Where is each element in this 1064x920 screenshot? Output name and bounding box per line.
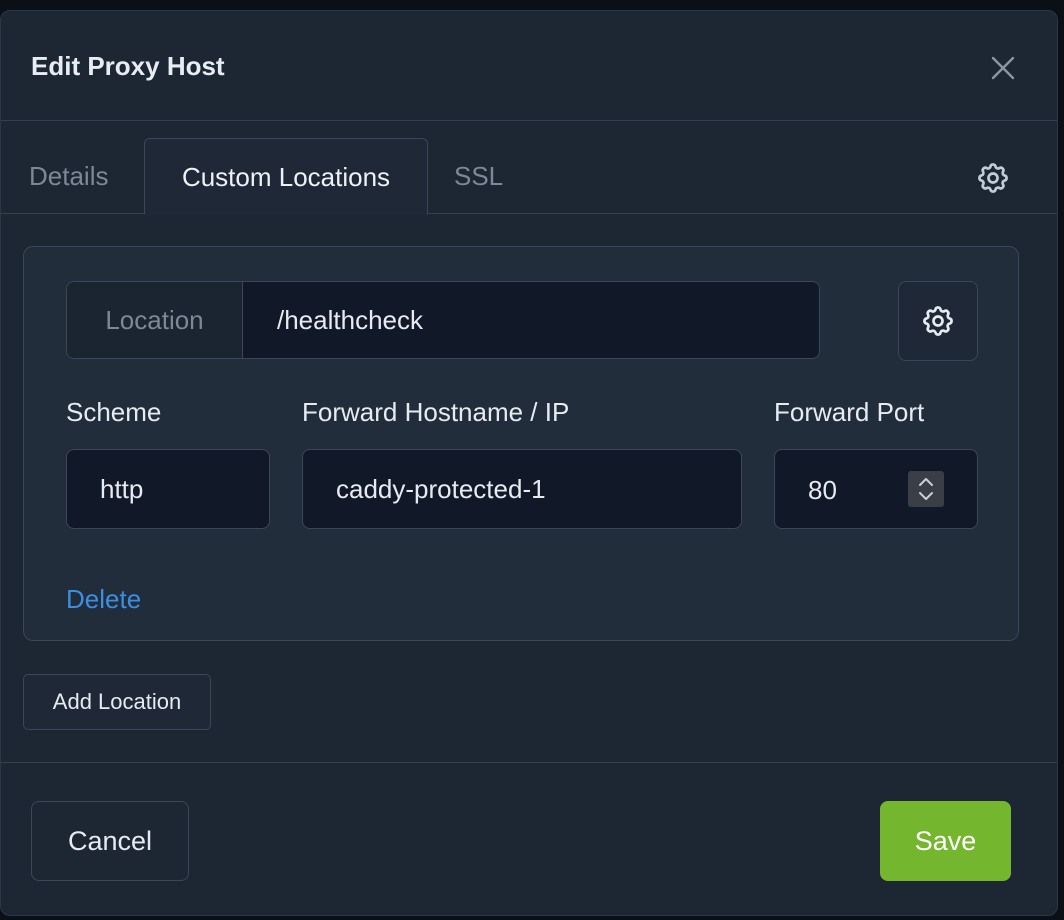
location-input-group: Location	[66, 281, 820, 359]
close-button[interactable]	[986, 51, 1020, 85]
gear-icon	[978, 163, 1008, 193]
save-button[interactable]: Save	[880, 801, 1011, 881]
chevron-up-down-icon	[919, 478, 933, 500]
backdrop	[0, 0, 1064, 10]
location-addon-label: Location	[67, 282, 243, 358]
delete-location-link[interactable]: Delete	[66, 584, 141, 615]
modal-header: Edit Proxy Host	[1, 11, 1057, 121]
tab-ssl[interactable]: SSL	[454, 138, 503, 214]
advanced-settings-tab[interactable]	[973, 158, 1013, 198]
tab-custom-locations[interactable]: Custom Locations	[144, 138, 428, 215]
modal-footer: Cancel Save	[1, 762, 1057, 917]
edit-proxy-host-modal: Edit Proxy Host Details Custom Locations…	[0, 10, 1058, 916]
forward-hostname-input[interactable]	[302, 449, 742, 529]
location-settings-button[interactable]	[898, 281, 978, 361]
location-input[interactable]	[243, 282, 819, 358]
port-spinner[interactable]	[908, 471, 944, 507]
custom-location-card: Location Scheme Forward Hostname / IP Fo…	[23, 246, 1019, 641]
scheme-input[interactable]	[66, 449, 270, 529]
tab-bar: Details Custom Locations SSL	[1, 138, 1057, 215]
scheme-label: Scheme	[66, 397, 162, 427]
forward-hostname-label: Forward Hostname / IP	[302, 397, 570, 427]
close-icon	[991, 56, 1015, 80]
add-location-button[interactable]: Add Location	[23, 674, 211, 730]
cancel-button[interactable]: Cancel	[31, 801, 189, 881]
forward-port-label: Forward Port	[774, 397, 925, 427]
tab-details[interactable]: Details	[29, 138, 108, 214]
forward-port-input[interactable]: 80	[774, 449, 978, 529]
modal-title: Edit Proxy Host	[31, 51, 225, 81]
gear-icon	[923, 306, 953, 336]
forward-port-value: 80	[808, 475, 837, 505]
